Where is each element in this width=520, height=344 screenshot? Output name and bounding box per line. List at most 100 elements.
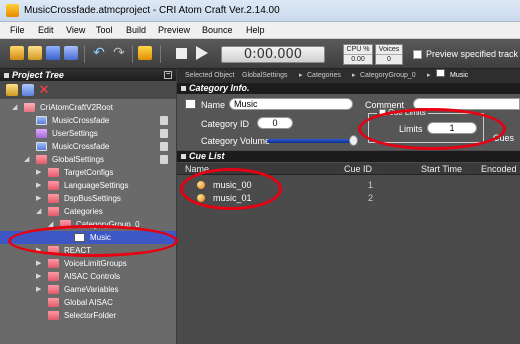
cue-limits-checkbox[interactable] <box>379 109 386 117</box>
tree-item-usersettings[interactable]: UserSettings <box>0 127 176 140</box>
comment-field[interactable] <box>413 98 520 110</box>
tree-item-music[interactable]: Music <box>0 231 176 244</box>
menu-preview[interactable]: Preview <box>158 25 190 35</box>
limits-field[interactable]: 1 <box>427 122 477 134</box>
tree-item-react[interactable]: ▶ REACT <box>0 244 176 257</box>
tree-item-global-aisac[interactable]: Global AISAC <box>0 296 176 309</box>
category-info-title: Category Info. <box>189 83 250 93</box>
limits-label: Limits <box>399 124 423 134</box>
column-cue-id[interactable]: Cue ID <box>344 163 372 175</box>
collapsed-arrow-icon[interactable]: ▶ <box>36 179 41 192</box>
category-icon <box>185 99 196 109</box>
collapsed-arrow-icon[interactable]: ▶ <box>36 257 41 270</box>
tree-item-selectorfolder[interactable]: SelectorFolder <box>0 309 176 322</box>
preview-track-checkbox[interactable] <box>413 50 422 59</box>
menu-tool[interactable]: Tool <box>96 25 113 35</box>
menu-edit[interactable]: Edit <box>38 25 54 35</box>
expanded-arrow-icon[interactable]: ◢ <box>36 205 41 218</box>
menu-file[interactable]: File <box>10 25 25 35</box>
menu-build[interactable]: Build <box>126 25 146 35</box>
save-icon[interactable] <box>46 46 60 60</box>
expanded-arrow-icon[interactable]: ◢ <box>12 101 17 114</box>
project-tree-header: Project Tree − <box>0 69 176 81</box>
folder-icon <box>48 168 59 177</box>
category-id-label: Category ID <box>201 119 250 129</box>
open-folder-icon[interactable] <box>28 46 42 60</box>
tree-item-label: CategoryGroup_0 <box>76 220 140 229</box>
undo-icon[interactable]: ↶ <box>92 45 106 60</box>
cue-list-title: Cue List <box>189 151 225 161</box>
folder-icon <box>48 311 59 320</box>
table-row[interactable]: music_01 2 <box>177 192 520 204</box>
save-all-icon[interactable] <box>64 46 78 60</box>
menu-help[interactable]: Help <box>246 25 265 35</box>
column-name[interactable]: Name <box>185 163 209 175</box>
name-field[interactable]: Music <box>229 98 353 110</box>
category-id-field[interactable]: 0 <box>257 117 293 129</box>
folder-icon <box>48 298 59 307</box>
folder-icon <box>48 207 59 216</box>
workunit-icon <box>36 116 47 125</box>
menu-view[interactable]: View <box>66 25 85 35</box>
collapsed-arrow-icon[interactable]: ▶ <box>36 192 41 205</box>
folder-icon <box>48 246 59 255</box>
project-icon <box>24 103 35 112</box>
tree-item-label: DspBusSettings <box>64 194 121 203</box>
header-square-icon <box>4 73 9 79</box>
cpu-value: 0.00 <box>344 54 372 64</box>
category-info-section: Name Music Comment Category ID 0 Categor… <box>177 94 520 150</box>
tree-item-root[interactable]: ◢ CriAtomCraftV2Root <box>0 101 176 114</box>
breadcrumb-item[interactable]: Categories <box>307 69 341 83</box>
folder-icon <box>36 155 47 164</box>
cue-icon <box>197 194 205 202</box>
tree-item-aisac-controls[interactable]: ▶ AISAC Controls <box>0 270 176 283</box>
tree-item-voicelimitgroups[interactable]: ▶ VoiceLimitGroups <box>0 257 176 270</box>
breadcrumb-item[interactable]: GlobalSettings <box>242 69 288 83</box>
collapsed-arrow-icon[interactable]: ▶ <box>36 283 41 296</box>
workunit-icon <box>36 142 47 151</box>
breadcrumb-item[interactable]: CategoryGroup_0 <box>360 69 416 83</box>
build-icon[interactable] <box>138 46 152 60</box>
tree-item-musiccrossfade-2[interactable]: MusicCrossfade <box>0 140 176 153</box>
collapse-icon[interactable]: − <box>164 71 172 79</box>
tree-item-label: Music <box>90 233 111 242</box>
redo-icon[interactable]: ↷ <box>112 45 126 60</box>
tree-item-globalsettings[interactable]: ◢ GlobalSettings <box>0 153 176 166</box>
tree-item-label: TargetConfigs <box>64 168 114 177</box>
category-icon <box>74 233 85 242</box>
stop-icon[interactable] <box>176 48 187 59</box>
material-icon[interactable] <box>22 84 34 96</box>
tree-item-label: UserSettings <box>52 129 98 138</box>
tree-item-dspbussettings[interactable]: ▶ DspBusSettings <box>0 192 176 205</box>
folder-icon <box>48 194 59 203</box>
category-volume-slider[interactable] <box>267 139 353 143</box>
folder-icon <box>48 259 59 268</box>
tree-item-categories[interactable]: ◢ Categories <box>0 205 176 218</box>
project-tree: ◢ CriAtomCraftV2Root MusicCrossfade User… <box>0 99 176 344</box>
category-volume-knob[interactable] <box>349 135 358 146</box>
tree-item-categorygroup[interactable]: ◢ CategoryGroup_0 <box>0 218 176 231</box>
tree-item-musiccrossfade[interactable]: MusicCrossfade <box>0 114 176 127</box>
breadcrumb-item[interactable]: Music <box>450 69 468 83</box>
add-icon[interactable] <box>6 84 18 96</box>
tree-item-targetconfigs[interactable]: ▶ TargetConfigs <box>0 166 176 179</box>
column-encoded[interactable]: Encoded <box>481 163 517 175</box>
cpu-label: CPU % <box>346 46 370 53</box>
toolbar-separator <box>84 45 85 63</box>
collapsed-arrow-icon[interactable]: ▶ <box>36 166 41 179</box>
play-icon[interactable] <box>196 46 208 60</box>
collapsed-arrow-icon[interactable]: ▶ <box>36 270 41 283</box>
tree-item-languagesettings[interactable]: ▶ LanguageSettings <box>0 179 176 192</box>
tree-item-gamevariables[interactable]: ▶ GameVariables <box>0 283 176 296</box>
new-project-icon[interactable] <box>10 46 24 60</box>
table-row[interactable]: music_00 1 <box>177 179 520 191</box>
tree-item-label: LanguageSettings <box>64 181 129 190</box>
folder-icon <box>48 272 59 281</box>
delete-icon[interactable]: ✕ <box>38 83 50 96</box>
menu-bounce[interactable]: Bounce <box>202 25 233 35</box>
collapsed-arrow-icon[interactable]: ▶ <box>36 244 41 257</box>
column-start-time[interactable]: Start Time <box>421 163 462 175</box>
expanded-arrow-icon[interactable]: ◢ <box>24 153 29 166</box>
expanded-arrow-icon[interactable]: ◢ <box>48 218 53 231</box>
tree-toolbar: ✕ <box>0 81 176 99</box>
